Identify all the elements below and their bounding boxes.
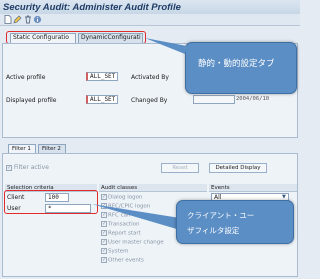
audit-class-item: ✓ System — [101, 248, 129, 255]
callout-filter: クライアント・ユー ザフィルタ設定 — [176, 200, 294, 244]
new-document-icon[interactable] — [3, 15, 12, 24]
activated-by-label: Activated By — [131, 74, 169, 81]
callout-filter-line2: ザフィルタ設定 — [187, 226, 240, 235]
filter-active-row: ✓ Filter active — [6, 164, 49, 171]
client-user-highlight-box — [4, 190, 98, 214]
active-profile-field[interactable]: ALL_SET — [86, 72, 118, 81]
callout-filter-line1: クライアント・ユー — [187, 211, 255, 220]
window-title: Security Audit: Administer Audit Profile — [0, 0, 300, 14]
events-header: Events — [209, 184, 297, 192]
callout-filter-pointer — [92, 204, 180, 230]
detailed-display-button[interactable]: Detailed Display — [209, 163, 267, 173]
filter-active-label: Filter active — [13, 164, 49, 171]
active-profile-label: Active profile — [6, 74, 46, 81]
audit-class-item: ✓ Dialog logon — [101, 194, 143, 201]
audit-class-item: ✓ Other events — [101, 257, 144, 264]
audit-classes-header: Audit classes — [99, 184, 207, 192]
callout-tabs-pointer — [145, 38, 187, 54]
reset-button[interactable]: Reset — [161, 163, 199, 173]
changed-date: 2004/06/10 — [236, 96, 270, 102]
changed-by-field — [193, 95, 235, 104]
displayed-profile-field[interactable]: ALL_SET — [86, 95, 118, 104]
displayed-profile-label: Displayed profile — [6, 97, 57, 104]
filter-active-checkbox[interactable]: ✓ — [6, 164, 12, 171]
audit-class-item: ✓ User master change — [101, 239, 164, 246]
changed-by-label: Changed By — [131, 97, 168, 104]
toolbar-separator — [0, 25, 300, 26]
tab-filter-2[interactable]: Filter 2 — [38, 144, 66, 153]
toolbar — [0, 14, 300, 25]
tab-filter-1[interactable]: Filter 1 — [8, 144, 36, 153]
callout-tabs: 静的・動的設定タブ — [185, 42, 297, 94]
info-icon[interactable] — [33, 15, 42, 24]
delete-icon[interactable] — [23, 15, 32, 24]
callout-tabs-text: 静的・動的設定タブ — [198, 59, 275, 69]
edit-icon[interactable] — [13, 15, 22, 24]
